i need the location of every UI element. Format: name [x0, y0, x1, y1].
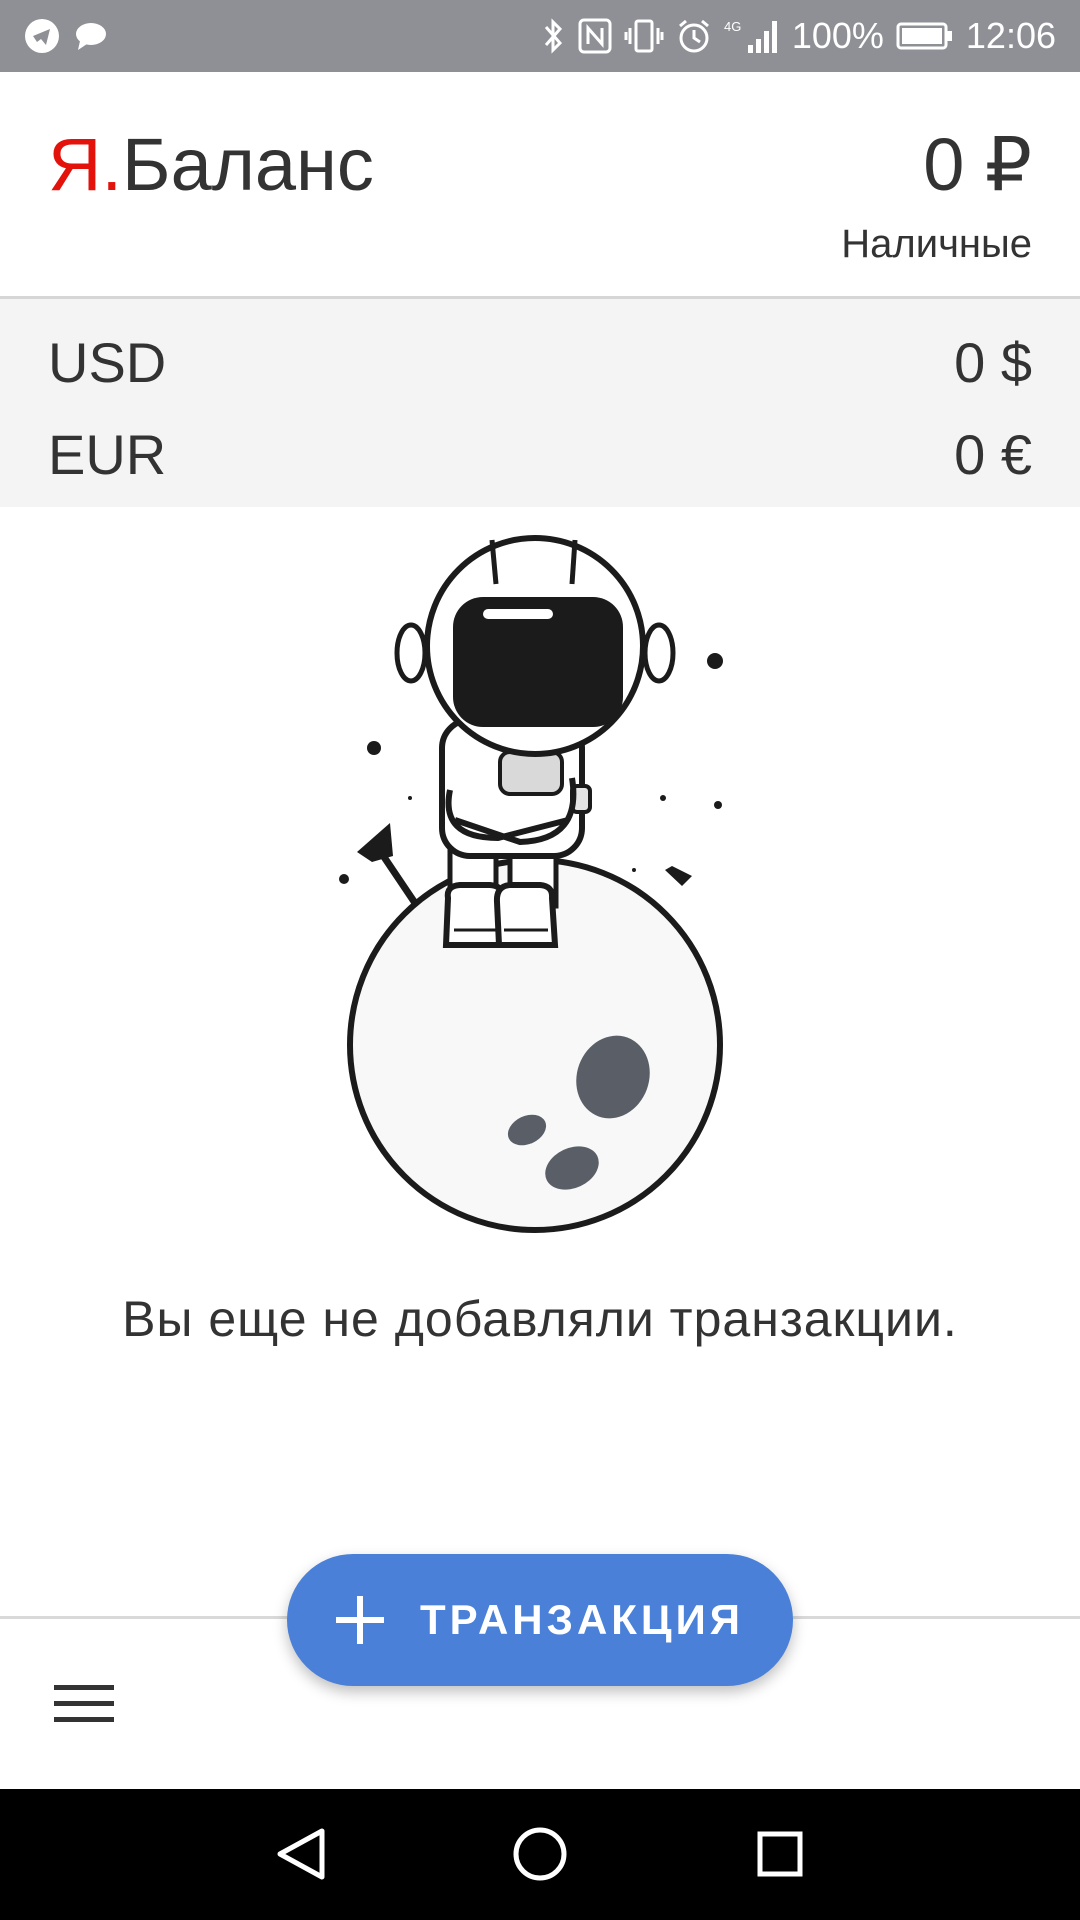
plus-icon: [336, 1596, 384, 1644]
account-selector[interactable]: Наличные: [841, 224, 1032, 264]
telegram-icon: [24, 18, 60, 54]
app-logo: Я.Баланс: [48, 128, 374, 202]
status-bar: 4G 100% 12:06: [0, 0, 1080, 72]
currency-row-usd[interactable]: USD 0 $: [0, 317, 1080, 397]
currency-value: 0 €: [954, 423, 1032, 486]
empty-state-message: Вы еще не добавляли транзакции.: [122, 1291, 958, 1347]
astronaut-illustration: [320, 520, 740, 1240]
back-icon[interactable]: [260, 1819, 340, 1889]
bluetooth-icon: [542, 17, 566, 55]
message-icon: [74, 21, 108, 51]
add-transaction-label: ТРАНЗАКЦИЯ: [420, 1596, 744, 1643]
recents-icon[interactable]: [740, 1819, 820, 1889]
add-transaction-button[interactable]: ТРАНЗАКЦИЯ: [287, 1554, 793, 1686]
nfc-icon: [578, 18, 612, 54]
vibrate-icon: [624, 18, 664, 54]
logo-text: Баланс: [122, 123, 374, 206]
home-icon[interactable]: [500, 1819, 580, 1889]
currency-row-eur[interactable]: EUR 0 €: [0, 409, 1080, 489]
notification-icons: [24, 18, 108, 54]
total-balance[interactable]: 0 ₽: [923, 128, 1032, 202]
currency-code: USD: [48, 331, 167, 394]
currency-list: USD 0 $ EUR 0 €: [0, 299, 1080, 507]
clock: 12:06: [965, 15, 1056, 56]
battery-percent: 100%: [791, 15, 884, 56]
battery-icon: [896, 21, 954, 51]
currency-code: EUR: [48, 423, 167, 486]
app-header: Я.Баланс 0 ₽ Наличные: [0, 72, 1080, 296]
system-icons: 4G 100% 12:06: [542, 0, 1056, 72]
menu-icon[interactable]: [48, 1679, 120, 1739]
svg-text:4G: 4G: [724, 19, 741, 34]
signal-icon: 4G: [724, 17, 780, 55]
alarm-icon: [676, 18, 712, 54]
system-nav-bar: [0, 1789, 1080, 1920]
currency-value: 0 $: [954, 331, 1032, 394]
logo-prefix: Я.: [48, 123, 122, 206]
